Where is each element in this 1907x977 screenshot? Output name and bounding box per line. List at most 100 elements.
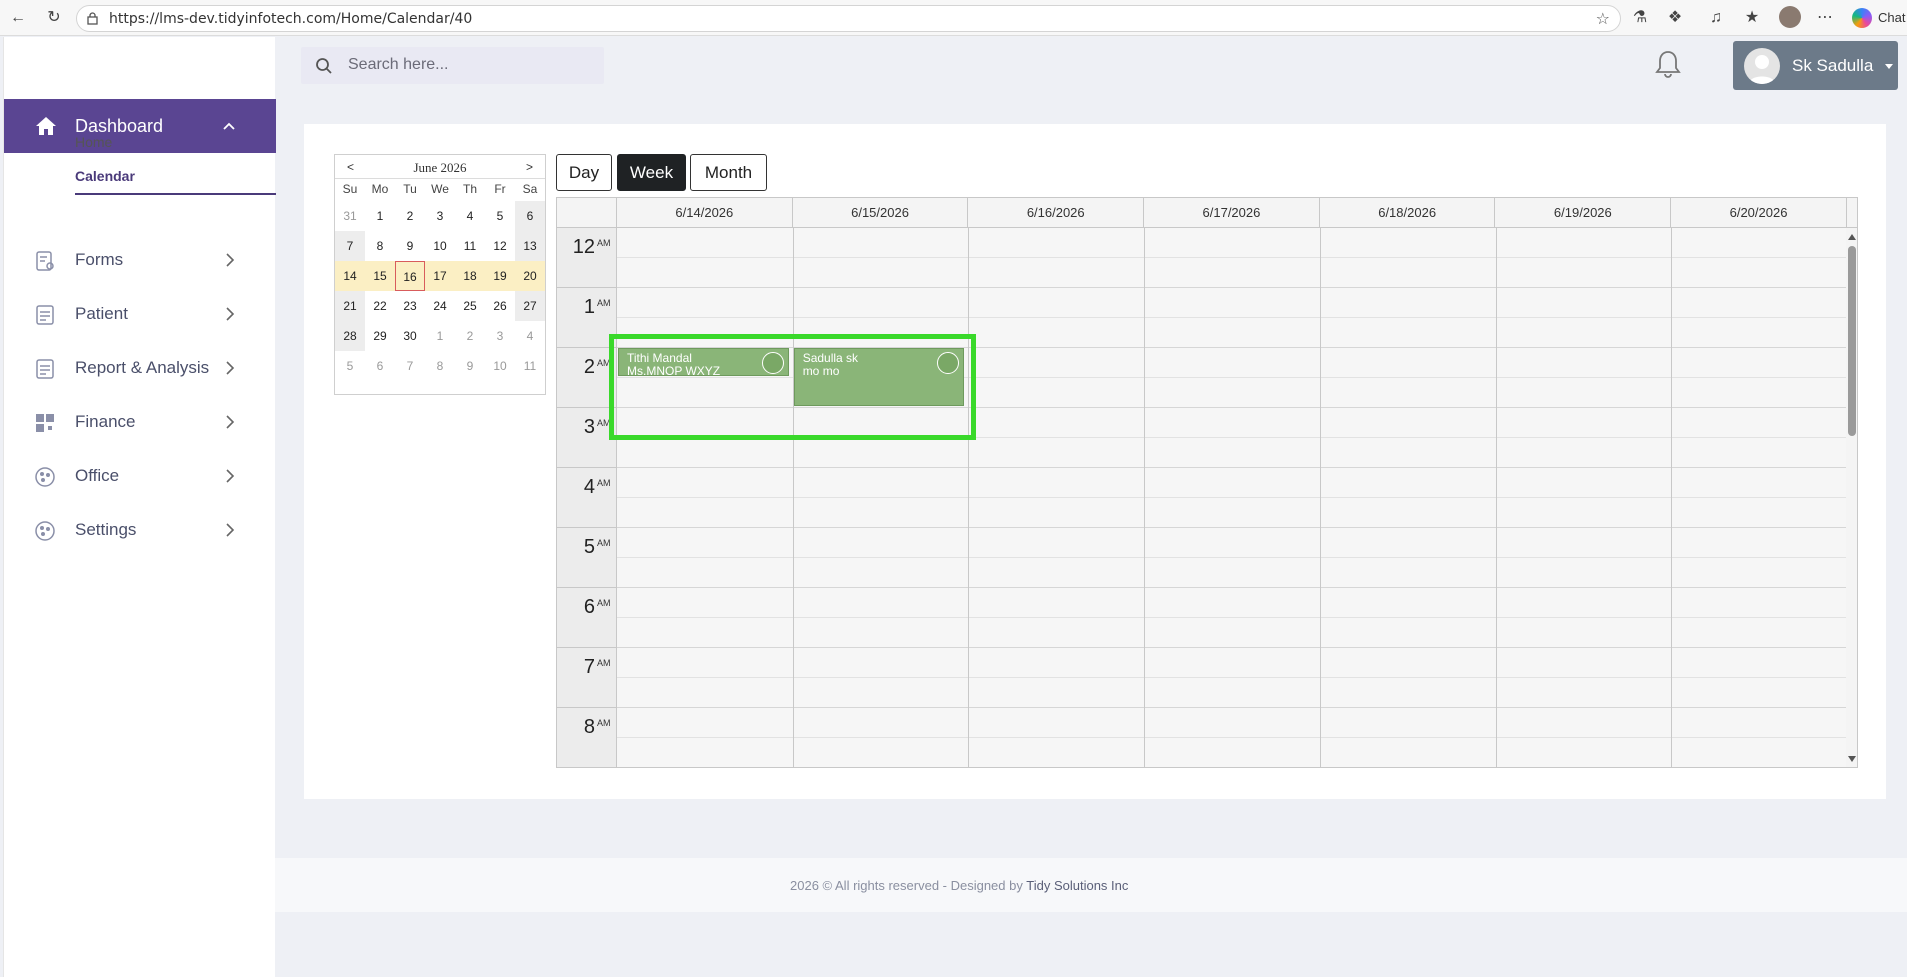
week-date-header: 6/18/2026 <box>1320 198 1496 228</box>
calendar-day[interactable]: 1 <box>365 201 395 231</box>
sidebar-item-finance[interactable]: Finance <box>4 400 276 444</box>
search-input[interactable] <box>348 53 588 77</box>
sidebar-subitem-home[interactable]: Home <box>75 134 112 150</box>
grid-column-line <box>968 228 970 767</box>
month-view-button[interactable]: Month <box>690 154 767 191</box>
sidebar-item-forms[interactable]: Forms <box>4 238 276 282</box>
hour-label: 5 AM <box>557 528 617 588</box>
calendar-day[interactable]: 2 <box>395 201 425 231</box>
grid-line <box>617 257 1847 258</box>
calendar-day[interactable]: 9 <box>395 231 425 261</box>
footer-brand-link[interactable]: Tidy Solutions Inc <box>1026 878 1128 893</box>
finance-icon <box>36 414 54 432</box>
sidebar-item-patient[interactable]: Patient <box>4 292 276 336</box>
next-month-button[interactable]: > <box>526 160 533 174</box>
calendar-day[interactable]: 27 <box>515 291 545 321</box>
refresh-icon[interactable]: ↻ <box>44 8 64 28</box>
copilot-icon[interactable] <box>1852 8 1872 28</box>
chevron-right-icon <box>226 415 235 429</box>
calendar-day[interactable]: 6 <box>515 201 545 231</box>
calendar-day[interactable]: 29 <box>365 321 395 351</box>
extensions-icon[interactable]: ❖ <box>1665 8 1685 28</box>
profile-avatar[interactable] <box>1779 6 1801 28</box>
week-date-header: 6/15/2026 <box>793 198 969 228</box>
calendar-day[interactable]: 19 <box>485 261 515 291</box>
week-view-button[interactable]: Week <box>617 154 686 191</box>
hour-label: 3 AM <box>557 408 617 468</box>
calendar-day[interactable]: 5 <box>335 351 365 381</box>
week-date-header: 6/17/2026 <box>1144 198 1320 228</box>
calendar-day[interactable]: 13 <box>515 231 545 261</box>
calendar-day[interactable]: 4 <box>455 201 485 231</box>
mini-calendar-title: June 2026 <box>413 160 467 175</box>
sidebar-item-dashboard[interactable]: Dashboard <box>4 99 276 153</box>
notification-bell-icon[interactable] <box>1654 49 1682 79</box>
calendar-day[interactable]: 9 <box>455 351 485 381</box>
calendar-day[interactable]: 7 <box>395 351 425 381</box>
calendar-day[interactable]: 2 <box>455 321 485 351</box>
calendar-day[interactable]: 24 <box>425 291 455 321</box>
more-menu-icon[interactable]: ⋯ <box>1815 8 1835 28</box>
lab-icon[interactable]: ⚗ <box>1630 8 1650 28</box>
calendar-day[interactable]: 8 <box>365 231 395 261</box>
calendar-day[interactable]: 18 <box>455 261 485 291</box>
calendar-day[interactable]: 6 <box>365 351 395 381</box>
calendar-day[interactable]: 23 <box>395 291 425 321</box>
week-date-header: 6/20/2026 <box>1671 198 1847 228</box>
calendar-day[interactable]: 11 <box>515 351 545 381</box>
sidebar: Dashboard Home Calendar Forms Patient Re… <box>3 37 276 977</box>
sidebar-subitem-calendar[interactable]: Calendar <box>75 168 135 184</box>
grid-line <box>617 467 1847 468</box>
chat-label[interactable]: Chat <box>1878 10 1905 25</box>
hour-number: 12 <box>572 236 595 258</box>
calendar-day[interactable]: 31 <box>335 201 365 231</box>
calendar-day[interactable]: 1 <box>425 321 455 351</box>
favorites-icon[interactable]: ★ <box>1742 8 1762 28</box>
calendar-day[interactable]: 28 <box>335 321 365 351</box>
day-of-week-label: Th <box>462 182 477 196</box>
scrollbar-thumb[interactable] <box>1848 246 1856 436</box>
sidebar-item-label: Finance <box>75 412 136 431</box>
sidebar-item-label: Forms <box>75 250 124 269</box>
patient-icon <box>36 305 54 325</box>
hour-number: 3 <box>583 416 595 438</box>
grid-column-line <box>1144 228 1146 767</box>
calendar-day[interactable]: 25 <box>455 291 485 321</box>
calendar-day[interactable]: 12 <box>485 231 515 261</box>
calendar-day[interactable]: 8 <box>425 351 455 381</box>
sidebar-item-report-analysis[interactable]: Report & Analysis <box>4 346 276 390</box>
calendar-day[interactable]: 3 <box>485 321 515 351</box>
media-icon[interactable]: ♫ <box>1706 8 1726 28</box>
sidebar-item-office[interactable]: Office <box>4 454 276 498</box>
calendar-day[interactable]: 15 <box>365 261 395 291</box>
hour-label: 12 AM <box>557 228 617 288</box>
hour-ampm: AM <box>597 658 611 668</box>
calendar-day[interactable]: 17 <box>425 261 455 291</box>
calendar-day[interactable]: 10 <box>485 351 515 381</box>
calendar-day[interactable]: 16 <box>395 261 425 291</box>
calendar-day[interactable]: 26 <box>485 291 515 321</box>
calendar-day[interactable]: 11 <box>455 231 485 261</box>
sidebar-item-settings[interactable]: Settings <box>4 508 276 552</box>
calendar-day[interactable]: 7 <box>335 231 365 261</box>
favorite-star-icon[interactable]: ☆ <box>1596 9 1610 29</box>
scroll-up-arrow-icon[interactable] <box>1848 234 1856 240</box>
calendar-day[interactable]: 5 <box>485 201 515 231</box>
calendar-day[interactable]: 4 <box>515 321 545 351</box>
back-arrow-icon[interactable]: ← <box>8 8 28 28</box>
calendar-day[interactable]: 10 <box>425 231 455 261</box>
grid-line <box>617 497 1847 498</box>
scroll-down-arrow-icon[interactable] <box>1848 756 1856 762</box>
week-date-header: 6/19/2026 <box>1496 198 1672 228</box>
user-menu-button[interactable]: Sk Sadulla <box>1733 41 1898 90</box>
calendar-day[interactable]: 22 <box>365 291 395 321</box>
calendar-day[interactable]: 3 <box>425 201 455 231</box>
hour-ampm: AM <box>597 598 611 608</box>
calendar-day[interactable]: 14 <box>335 261 365 291</box>
calendar-day[interactable]: 21 <box>335 291 365 321</box>
calendar-day[interactable]: 20 <box>515 261 545 291</box>
avatar <box>1744 48 1780 84</box>
address-bar[interactable]: https://lms-dev.tidyinfotech.com/Home/Ca… <box>76 5 1621 32</box>
day-view-button[interactable]: Day <box>556 154 612 191</box>
calendar-day[interactable]: 30 <box>395 321 425 351</box>
